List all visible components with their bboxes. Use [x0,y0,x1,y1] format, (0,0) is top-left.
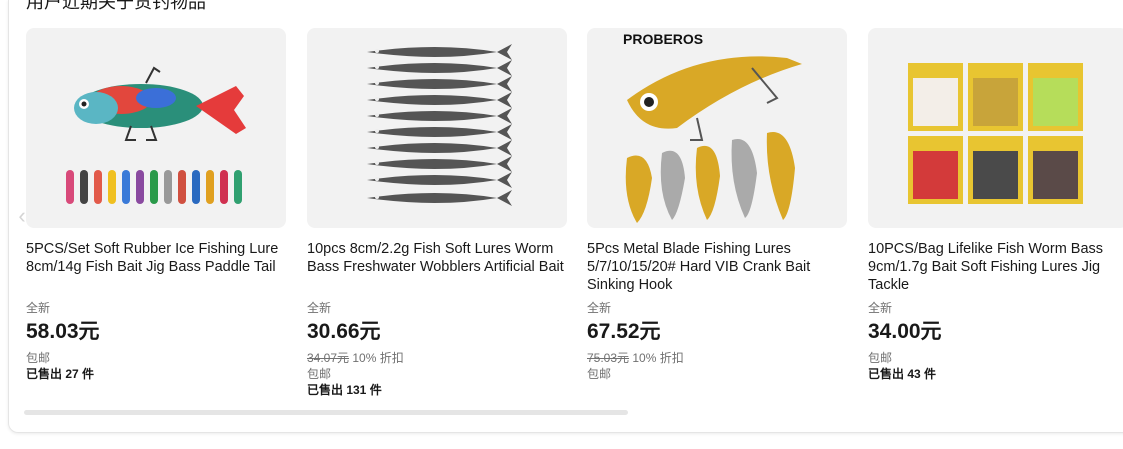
soft-minnow-lures-image [367,44,512,206]
chevron-left-icon[interactable]: ‹ [10,200,34,232]
condition-label: 全新 [307,301,332,315]
price: 58.03元 [26,320,100,343]
product-title[interactable]: 10pcs 8cm/2.2g Fish Soft Lures Worm Bass… [307,240,567,294]
carousel-scrollbar[interactable] [24,410,628,415]
condition-label: 全新 [26,301,51,315]
original-price-row: 34.07元 10% 折扣 [307,349,567,365]
product-title[interactable]: 5PCS/Set Soft Rubber Ice Fishing Lure 8c… [26,240,286,294]
product-card[interactable]: 10PCS/Bag Lifelike Fish Worm Bass 9cm/1.… [868,28,1123,381]
price: 34.00元 [868,320,942,343]
shipping-label: 包邮 [587,367,612,381]
product-image[interactable] [26,28,286,228]
product-card[interactable]: 5PCS/Set Soft Rubber Ice Fishing Lure 8c… [26,28,286,381]
shipping-label: 包邮 [868,351,893,365]
shipping-label: 包邮 [26,351,51,365]
product-image[interactable] [868,28,1123,228]
sold-count: 已售出 131 件 [307,383,382,397]
worm-lure-bags-image [908,63,1083,204]
product-card[interactable]: PROBEROS 5Pcs Metal Blade Fishing Lures … [587,28,847,381]
shipping-label: 包邮 [307,367,332,381]
original-price: 34.07元 [307,351,350,365]
condition-label: 全新 [587,301,612,315]
discount-label: 10% 折扣 [632,351,684,365]
image-brand-text: PROBEROS [623,31,703,47]
original-price-row: 75.03元 10% 折扣 [587,349,847,365]
condition-label: 全新 [868,301,893,315]
rubber-lure-set-image [66,66,246,204]
product-image[interactable] [307,28,567,228]
sold-count: 已售出 27 件 [26,367,95,381]
product-carousel: 5PCS/Set Soft Rubber Ice Fishing Lure 8c… [26,28,1123,408]
discount-label: 10% 折扣 [352,351,404,365]
product-title[interactable]: 10PCS/Bag Lifelike Fish Worm Bass 9cm/1.… [868,240,1123,294]
product-card[interactable]: 10pcs 8cm/2.2g Fish Soft Lures Worm Bass… [307,28,567,397]
product-image[interactable]: PROBEROS [587,28,847,228]
price: 30.66元 [307,320,381,343]
original-price: 75.03元 [587,351,630,365]
sold-count: 已售出 43 件 [868,367,937,381]
product-title[interactable]: 5Pcs Metal Blade Fishing Lures 5/7/10/15… [587,240,847,294]
metal-blade-lures-image: PROBEROS [623,31,802,223]
price: 67.52元 [587,320,661,343]
